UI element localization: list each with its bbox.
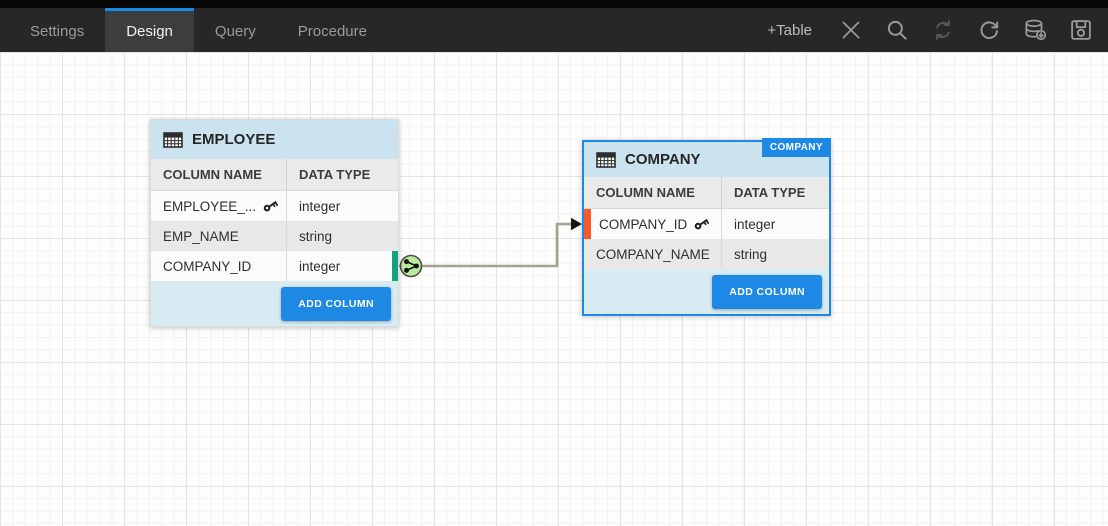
primary-key-icon bbox=[693, 216, 709, 232]
entity-table-employee: EMPLOYEE COLUMN NAME DATA TYPE EMPLOYEE_… bbox=[150, 119, 399, 327]
data-type-header: DATA TYPE bbox=[721, 177, 829, 208]
table-title: COMPANY bbox=[625, 151, 701, 168]
table-row-company-name[interactable]: COMPANY_NAME string bbox=[584, 239, 829, 269]
close-icon[interactable] bbox=[837, 17, 864, 44]
foreign-key-target-marker bbox=[584, 209, 591, 239]
relationship-connector-handle[interactable] bbox=[401, 256, 422, 277]
company-table-footer: ADD COLUMN bbox=[584, 269, 829, 314]
tab-settings[interactable]: Settings bbox=[9, 8, 105, 52]
column-type: integer bbox=[286, 251, 398, 281]
table-title: EMPLOYEE bbox=[192, 131, 275, 148]
database-export-icon[interactable] bbox=[1021, 17, 1048, 44]
table-icon bbox=[163, 132, 183, 148]
save-icon[interactable] bbox=[1067, 17, 1094, 44]
window-top-strip bbox=[0, 0, 1108, 8]
sync-icon[interactable] bbox=[929, 17, 956, 44]
tab-query[interactable]: Query bbox=[194, 8, 277, 52]
column-name: COMPANY_ID bbox=[599, 217, 687, 232]
tab-design[interactable]: Design bbox=[105, 8, 194, 52]
relationship-arrow-icon bbox=[571, 218, 582, 230]
foreign-key-source-marker bbox=[392, 251, 398, 281]
add-column-button[interactable]: ADD COLUMN bbox=[712, 275, 822, 309]
table-row-emp-name[interactable]: EMP_NAME string bbox=[151, 221, 398, 251]
column-name-header: COLUMN NAME bbox=[151, 159, 286, 190]
column-type: string bbox=[286, 221, 398, 251]
column-type: integer bbox=[286, 191, 398, 221]
refresh-icon[interactable] bbox=[975, 17, 1002, 44]
column-name: COMPANY_NAME bbox=[596, 247, 710, 262]
column-type: integer bbox=[721, 209, 829, 239]
primary-key-icon bbox=[262, 198, 278, 214]
column-name: EMPLOYEE_... bbox=[163, 199, 256, 214]
employee-table-footer: ADD COLUMN bbox=[151, 281, 398, 326]
column-header-row: COLUMN NAME DATA TYPE bbox=[584, 177, 829, 209]
table-name-badge: COMPANY bbox=[762, 138, 831, 157]
column-name: COMPANY_ID bbox=[163, 259, 251, 274]
table-icon bbox=[596, 152, 616, 168]
table-row-company-id[interactable]: COMPANY_ID integer bbox=[584, 209, 829, 239]
table-row-employee-id[interactable]: EMPLOYEE_... integer bbox=[151, 191, 398, 221]
tab-procedure[interactable]: Procedure bbox=[277, 8, 388, 52]
table-row-company-id[interactable]: COMPANY_ID integer bbox=[151, 251, 398, 281]
top-bar: Settings Design Query Procedure +Table bbox=[0, 0, 1108, 52]
column-header-row: COLUMN NAME DATA TYPE bbox=[151, 159, 398, 191]
design-canvas[interactable]: EMPLOYEE COLUMN NAME DATA TYPE EMPLOYEE_… bbox=[0, 52, 1108, 526]
column-name: EMP_NAME bbox=[163, 229, 239, 244]
column-name-header: COLUMN NAME bbox=[584, 177, 721, 208]
toolbar: +Table bbox=[767, 8, 1094, 52]
employee-table-header[interactable]: EMPLOYEE bbox=[151, 120, 398, 159]
entity-table-company: COMPANY COMPANY COLUMN NAME DATA TYPE CO… bbox=[582, 140, 831, 316]
search-icon[interactable] bbox=[883, 17, 910, 44]
data-type-header: DATA TYPE bbox=[286, 159, 398, 190]
relationship-line bbox=[399, 224, 571, 266]
add-column-button[interactable]: ADD COLUMN bbox=[281, 287, 391, 321]
column-type: string bbox=[721, 239, 829, 269]
add-table-button[interactable]: +Table bbox=[767, 22, 812, 39]
